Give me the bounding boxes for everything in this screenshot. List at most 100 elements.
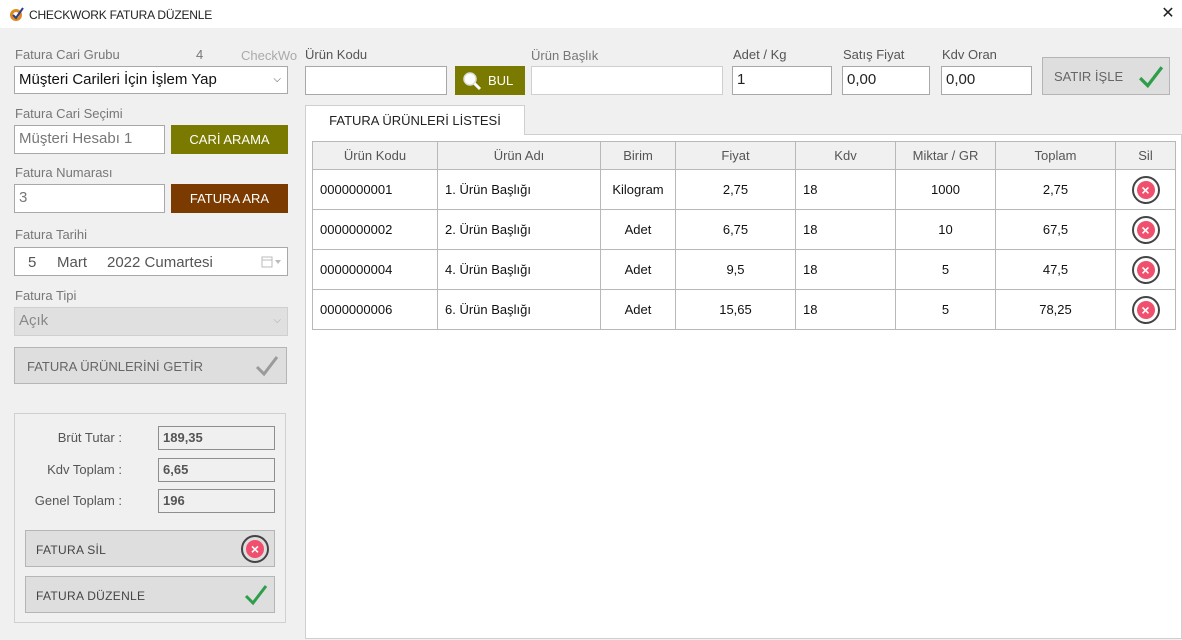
cell-urun-adi: 1. Ürün Başlığı xyxy=(437,169,601,210)
col-header-toplam[interactable]: Toplam xyxy=(995,141,1116,170)
col-header-miktar[interactable]: Miktar / GR xyxy=(895,141,996,170)
cell-kdv: 18 xyxy=(795,289,896,330)
fatura-numarasi-label: Fatura Numarası xyxy=(15,165,113,180)
calendar-dropdown-icon[interactable] xyxy=(261,256,283,268)
col-header-kdv[interactable]: Kdv xyxy=(795,141,896,170)
cell-urun-kodu: 0000000006 xyxy=(312,289,438,330)
cell-miktar: 10 xyxy=(895,209,996,250)
delete-row-icon[interactable] xyxy=(1131,215,1160,244)
close-window-button[interactable]: ✕ xyxy=(1154,2,1182,26)
cari-grubu-overflow-text: CheckWo xyxy=(241,48,298,63)
check-icon xyxy=(244,585,268,606)
kdv-toplam-label: Kdv Toplam : xyxy=(47,462,122,477)
satir-isle-label: SATIR İŞLE xyxy=(1054,69,1124,84)
cell-birim: Kilogram xyxy=(600,169,676,210)
chevron-down-icon: ⌵ xyxy=(273,74,281,85)
cell-urun-adi: 6. Ürün Başlığı xyxy=(437,289,601,330)
col-header-urun-kodu[interactable]: Ürün Kodu xyxy=(312,141,438,170)
brut-tutar-value: 189,35 xyxy=(158,426,275,450)
cell-birim: Adet xyxy=(600,289,676,330)
fatura-tipi-value: Açık xyxy=(19,312,49,329)
fatura-urunleri-table: Ürün Kodu Ürün Adı Birim Fiyat Kdv Mikta… xyxy=(312,141,1176,330)
delete-row-icon[interactable] xyxy=(1131,295,1160,324)
cell-toplam: 47,5 xyxy=(995,249,1116,290)
getir-label: FATURA ÜRÜNLERİNİ GETİR xyxy=(27,359,204,374)
window-title: CHECKWORK FATURA DÜZENLE xyxy=(29,8,212,22)
urun-baslik-label: Ürün Başlık xyxy=(531,48,599,63)
cell-birim: Adet xyxy=(600,249,676,290)
cell-sil xyxy=(1115,209,1176,250)
urun-kodu-label: Ürün Kodu xyxy=(305,47,368,62)
table-row[interactable]: 0000000004 4. Ürün Başlığı Adet 9,5 18 5… xyxy=(312,249,1176,290)
fatura-sil-label: FATURA SİL xyxy=(36,543,107,557)
cell-birim: Adet xyxy=(600,209,676,250)
cari-grubu-overflow-box: CheckWo xyxy=(241,47,301,65)
col-header-urun-adi[interactable]: Ürün Adı xyxy=(437,141,601,170)
cell-urun-adi: 2. Ürün Başlığı xyxy=(437,209,601,250)
table-row[interactable]: 0000000001 1. Ürün Başlığı Kilogram 2,75… xyxy=(312,169,1176,210)
cari-secimi-input[interactable]: Müşteri Hesabı 1 xyxy=(14,125,165,154)
cell-fiyat: 9,5 xyxy=(675,249,796,290)
check-icon xyxy=(255,356,279,377)
cari-arama-button[interactable]: CARİ ARAMA xyxy=(171,125,288,154)
cell-miktar: 5 xyxy=(895,249,996,290)
fatura-tipi-label: Fatura Tipi xyxy=(15,288,77,303)
urun-baslik-input[interactable] xyxy=(531,66,723,95)
cell-kdv: 18 xyxy=(795,209,896,250)
adet-input[interactable]: 1 xyxy=(732,66,832,95)
tarih-month: Mart xyxy=(57,254,87,271)
genel-toplam-label: Genel Toplam : xyxy=(34,493,122,508)
fatura-duzenle-button[interactable]: FATURA DÜZENLE xyxy=(25,576,275,613)
satir-isle-button[interactable]: SATIR İŞLE xyxy=(1042,57,1170,95)
cell-toplam: 78,25 xyxy=(995,289,1116,330)
bul-label: BUL xyxy=(488,73,514,88)
search-icon xyxy=(463,72,482,91)
fatura-urunlerini-getir-button[interactable]: FATURA ÜRÜNLERİNİ GETİR xyxy=(14,347,287,384)
fatura-tarihi-label: Fatura Tarihi xyxy=(15,227,88,242)
delete-row-icon[interactable] xyxy=(1131,255,1160,284)
cell-urun-kodu: 0000000002 xyxy=(312,209,438,250)
fatura-tipi-select[interactable]: Açık ⌵ xyxy=(14,307,288,336)
cell-fiyat: 2,75 xyxy=(675,169,796,210)
table-row[interactable]: 0000000006 6. Ürün Başlığı Adet 15,65 18… xyxy=(312,289,1176,330)
cell-fiyat: 6,75 xyxy=(675,209,796,250)
col-header-fiyat[interactable]: Fiyat xyxy=(675,141,796,170)
col-header-birim[interactable]: Birim xyxy=(600,141,676,170)
cell-miktar: 1000 xyxy=(895,169,996,210)
fatura-ara-button[interactable]: FATURA ARA xyxy=(171,184,288,213)
kdv-oran-label: Kdv Oran xyxy=(942,47,997,62)
delete-row-icon[interactable] xyxy=(1131,175,1160,204)
kdv-oran-input[interactable]: 0,00 xyxy=(941,66,1032,95)
cell-kdv: 18 xyxy=(795,249,896,290)
col-header-sil[interactable]: Sil xyxy=(1115,141,1176,170)
cell-miktar: 5 xyxy=(895,289,996,330)
urun-kodu-input[interactable] xyxy=(305,66,447,95)
table-row[interactable]: 0000000002 2. Ürün Başlığı Adet 6,75 18 … xyxy=(312,209,1176,250)
fatura-numarasi-input[interactable]: 3 xyxy=(14,184,165,213)
cell-sil xyxy=(1115,169,1176,210)
tarih-year-day: 2022 Cumartesi xyxy=(107,254,213,271)
delete-icon xyxy=(241,535,269,563)
cell-urun-kodu: 0000000001 xyxy=(312,169,438,210)
table-header-row: Ürün Kodu Ürün Adı Birim Fiyat Kdv Mikta… xyxy=(312,141,1176,170)
cell-urun-kodu: 0000000004 xyxy=(312,249,438,290)
cell-toplam: 67,5 xyxy=(995,209,1116,250)
cell-fiyat: 15,65 xyxy=(675,289,796,330)
cari-grubu-select[interactable]: Müşteri Carileri İçin İşlem Yap ⌵ xyxy=(14,66,288,94)
genel-toplam-value: 196 xyxy=(158,489,275,513)
cell-kdv: 18 xyxy=(795,169,896,210)
cari-grubu-value: Müşteri Carileri İçin İşlem Yap xyxy=(19,71,217,88)
tarih-day: 5 xyxy=(28,254,37,271)
satis-fiyat-input[interactable]: 0,00 xyxy=(842,66,930,95)
bul-button[interactable]: BUL xyxy=(455,66,525,95)
chevron-down-icon: ⌵ xyxy=(273,315,281,326)
check-icon xyxy=(1139,66,1164,89)
kdv-toplam-value: 6,65 xyxy=(158,458,275,482)
cari-grubu-count: 4 xyxy=(196,47,204,62)
fatura-sil-button[interactable]: FATURA SİL xyxy=(25,530,275,567)
brut-tutar-label: Brüt Tutar : xyxy=(57,430,122,445)
fatura-tarihi-picker[interactable]: 5 Mart 2022 Cumartesi xyxy=(14,247,288,276)
app-logo-icon xyxy=(10,7,24,21)
cell-sil xyxy=(1115,289,1176,330)
tab-fatura-urunleri[interactable]: FATURA ÜRÜNLERİ LİSTESİ xyxy=(305,105,525,135)
